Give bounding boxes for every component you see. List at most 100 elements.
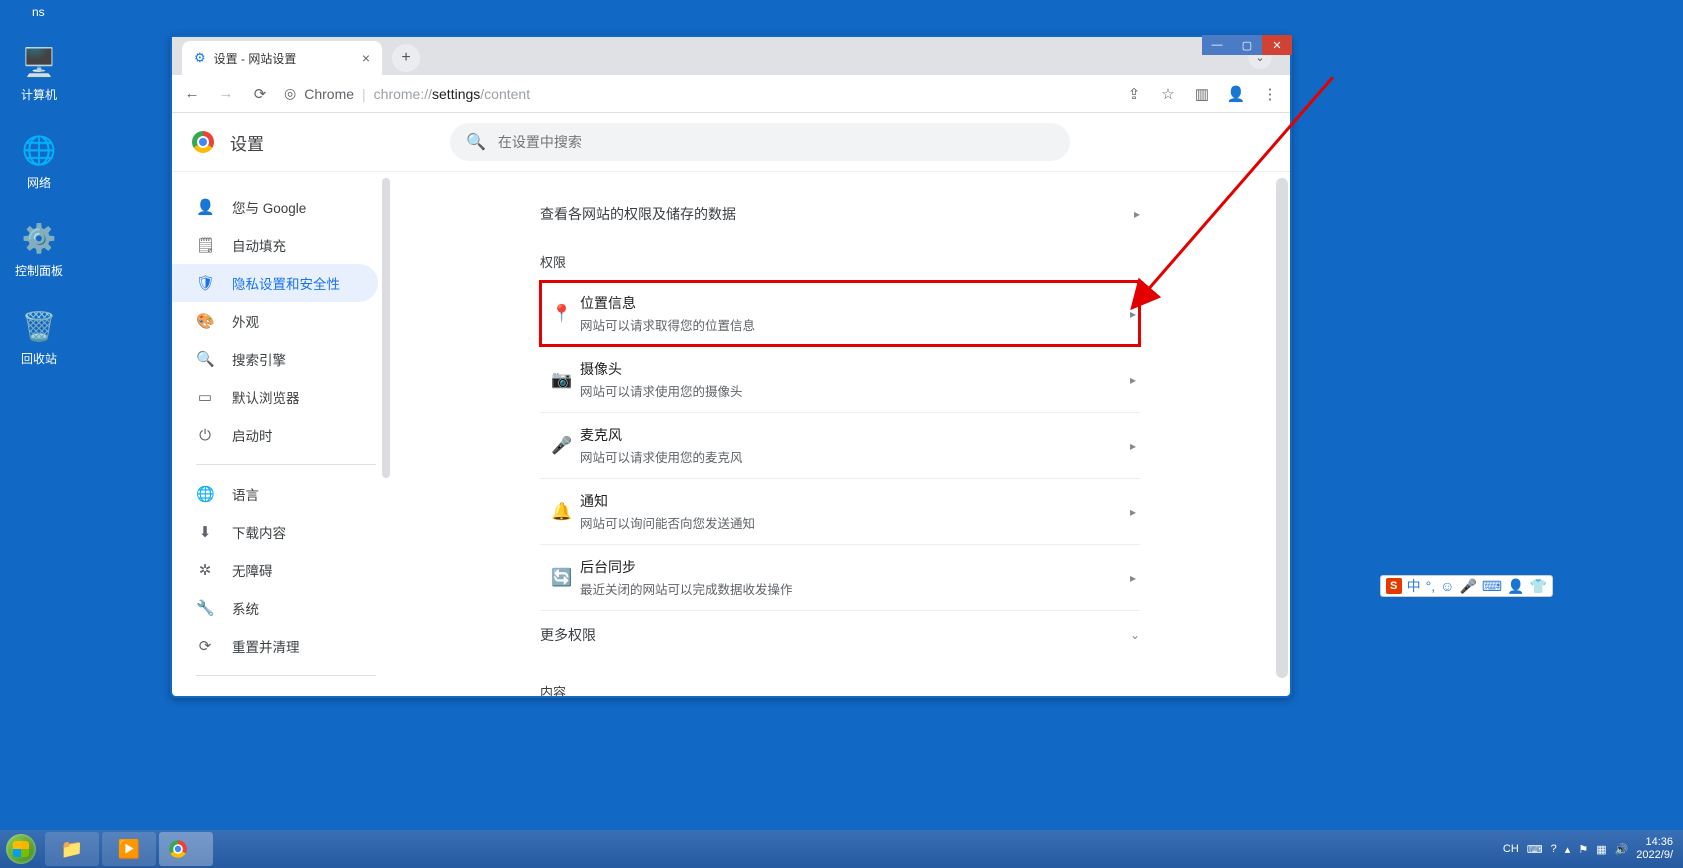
person-icon: 👤 (196, 198, 214, 216)
sidebar-item-you-and-google[interactable]: 👤您与 Google (172, 188, 378, 226)
tray-keyboard-icon[interactable]: ⌨ (1527, 843, 1543, 856)
chevron-right-icon: ▸ (1130, 373, 1136, 387)
location-icon: 📍 (544, 304, 580, 324)
sidebar-item-privacy[interactable]: 🛡隐私设置和安全性 (172, 264, 378, 302)
sidebar-item-languages[interactable]: 🌐语言 (172, 475, 378, 513)
browser-tab[interactable]: ⚙ 设置 - 网站设置 × (182, 41, 382, 75)
scrollbar[interactable] (1276, 178, 1288, 678)
permission-camera[interactable]: 📷 摄像头网站可以请求使用您的摄像头 ▸ (540, 346, 1140, 412)
sidebar-item-extensions[interactable]: 🧩扩展程序↗ (172, 686, 378, 696)
settings-header: 设置 🔍 (172, 113, 1290, 171)
desktop-icon-control-panel[interactable]: ⚙️控制面板 (4, 218, 74, 279)
permission-location[interactable]: 📍 位置信息网站可以请求取得您的位置信息 ▸ (540, 281, 1140, 346)
ime-lang-icon[interactable]: 中 (1407, 576, 1421, 596)
accessibility-icon: ✲ (196, 561, 214, 579)
sidebar-item-default-browser[interactable]: ▭默认浏览器 (172, 378, 378, 416)
sidebar-item-search-engine[interactable]: 🔍搜索引擎 (172, 340, 378, 378)
chevron-right-icon: ▸ (1130, 307, 1136, 321)
maximize-button[interactable]: ▢ (1232, 35, 1262, 55)
microphone-icon: 🎤 (544, 436, 580, 456)
permission-microphone[interactable]: 🎤 麦克风网站可以请求使用您的麦克风 ▸ (540, 412, 1140, 478)
network-icon: 🌐 (19, 130, 59, 170)
chrome-icon (169, 840, 187, 858)
sidebar-item-on-startup[interactable]: ⏻启动时 (172, 416, 378, 454)
sync-icon: 🔄 (544, 568, 580, 588)
minimize-button[interactable]: — (1202, 35, 1232, 55)
ime-keyboard-icon[interactable]: ⌨ (1482, 578, 1502, 595)
chevron-right-icon: ▸ (1130, 505, 1136, 519)
taskbar: 📁 ▶️ CH ⌨ ? ▴ ⚑ ▦ 🔊 14:36 2022/9/ (0, 830, 1683, 868)
address-bar: ← → ⟳ ◎ Chrome | chrome://settings/conte… (172, 75, 1290, 113)
camera-icon: 📷 (544, 370, 580, 390)
page-title: 设置 (230, 130, 264, 155)
power-icon: ⏻ (196, 427, 214, 444)
sidebar-item-downloads[interactable]: ⬇下载内容 (172, 513, 378, 551)
url-field[interactable]: ◎ Chrome | chrome://settings/content (284, 85, 1110, 102)
globe-icon: 🌐 (196, 485, 214, 503)
tray-chevron-icon[interactable]: ▴ (1565, 843, 1571, 856)
chevron-right-icon: ▸ (1130, 571, 1136, 585)
tray-flag-icon[interactable]: ⚑ (1578, 843, 1588, 856)
tray-clock[interactable]: 14:36 2022/9/ (1636, 836, 1673, 862)
taskbar-chrome[interactable] (159, 832, 213, 866)
chevron-right-icon: ▸ (1134, 207, 1140, 221)
chrome-icon: ◎ (284, 85, 296, 102)
chrome-window: ⚙ 设置 - 网站设置 × + ⌄ — ▢ ✕ ← → ⟳ ◎ Chrome |… (170, 35, 1292, 698)
desktop-icon-computer[interactable]: 🖥️计算机 (4, 42, 74, 103)
back-button[interactable]: ← (182, 85, 202, 102)
sidebar-item-system[interactable]: 🔧系统 (172, 589, 378, 627)
ime-user-icon[interactable]: 👤 (1507, 578, 1524, 595)
permission-background-sync[interactable]: 🔄 后台同步最近关闭的网站可以完成数据收发操作 ▸ (540, 544, 1140, 610)
desktop-icon-network[interactable]: 🌐网络 (4, 130, 74, 191)
desktop-icon-recycle-bin[interactable]: 🗑️回收站 (4, 306, 74, 367)
side-panel-icon[interactable]: ▥ (1192, 85, 1212, 103)
content-label: 内容 (540, 682, 1140, 696)
new-tab-button[interactable]: + (392, 44, 420, 72)
ime-toolbar[interactable]: S 中 °, ☺ 🎤 ⌨ 👤 👕 (1380, 575, 1553, 597)
bookmark-icon[interactable]: ☆ (1158, 85, 1178, 103)
computer-icon: 🖥️ (19, 42, 59, 82)
download-icon: ⬇ (196, 523, 214, 541)
chrome-logo-icon (192, 131, 214, 153)
view-site-data-row[interactable]: 查看各网站的权限及储存的数据 ▸ (540, 190, 1140, 238)
ime-punct-icon[interactable]: °, (1426, 578, 1436, 594)
chevron-down-icon: ⌄ (1130, 628, 1140, 642)
autofill-icon: 🗒 (196, 236, 214, 254)
tab-close-icon[interactable]: × (362, 50, 370, 66)
ime-voice-icon[interactable]: 🎤 (1459, 578, 1476, 595)
sogou-icon: S (1386, 578, 1402, 594)
sidebar-item-autofill[interactable]: 🗒自动填充 (172, 226, 378, 264)
settings-search[interactable]: 🔍 (450, 123, 1070, 161)
ime-emoji-icon[interactable]: ☺ (1440, 578, 1454, 594)
ime-skin-icon[interactable]: 👕 (1530, 578, 1547, 595)
close-window-button[interactable]: ✕ (1262, 35, 1292, 55)
forward-button[interactable]: → (216, 85, 236, 102)
share-icon[interactable]: ⇪ (1124, 85, 1144, 103)
reload-button[interactable]: ⟳ (250, 85, 270, 103)
start-button[interactable] (0, 830, 42, 868)
desktop-folder-label: ns (32, 5, 45, 19)
menu-icon[interactable]: ⋮ (1260, 85, 1280, 103)
appearance-icon: 🎨 (196, 312, 214, 330)
sidebar-item-accessibility[interactable]: ✲无障碍 (172, 551, 378, 589)
search-input[interactable] (498, 134, 1054, 150)
windows-logo-icon (6, 834, 36, 864)
sidebar-item-reset[interactable]: ⟳重置并清理 (172, 627, 378, 665)
permission-notifications[interactable]: 🔔 通知网站可以询问能否向您发送通知 ▸ (540, 478, 1140, 544)
system-tray: CH ⌨ ? ▴ ⚑ ▦ 🔊 14:36 2022/9/ (1503, 836, 1683, 862)
gear-icon: ⚙ (194, 50, 206, 66)
chevron-right-icon: ▸ (1130, 439, 1136, 453)
taskbar-explorer[interactable]: 📁 (45, 832, 99, 866)
recycle-bin-icon: 🗑️ (19, 306, 59, 346)
tray-volume-icon[interactable]: 🔊 (1615, 843, 1629, 856)
reset-icon: ⟳ (196, 637, 214, 655)
tray-lang[interactable]: CH (1503, 843, 1519, 855)
tab-title: 设置 - 网站设置 (214, 50, 297, 67)
tray-network-icon[interactable]: ▦ (1596, 843, 1606, 856)
profile-icon[interactable]: 👤 (1226, 85, 1246, 103)
tray-help-icon[interactable]: ? (1551, 843, 1557, 855)
sidebar-item-appearance[interactable]: 🎨外观 (172, 302, 378, 340)
more-permissions-row[interactable]: 更多权限 ⌄ (540, 610, 1140, 658)
taskbar-media-player[interactable]: ▶️ (102, 832, 156, 866)
search-icon: 🔍 (466, 132, 486, 152)
